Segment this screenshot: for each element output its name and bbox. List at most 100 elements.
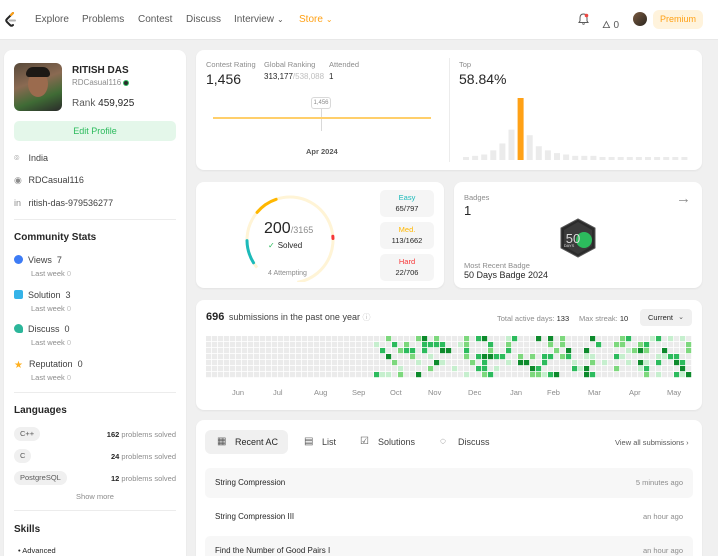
heatmap-cell (602, 336, 608, 342)
heatmap-cell (236, 372, 242, 378)
leetcode-logo[interactable] (4, 12, 18, 28)
stat-reputation: ★ Reputation 0 (14, 359, 83, 371)
heatmap-cell (650, 354, 656, 360)
heatmap-cell (608, 360, 614, 366)
heatmap-cell (434, 342, 440, 348)
heatmap-cell (404, 336, 410, 342)
linkedin-row[interactable]: in ritish-das-979536277 (14, 198, 113, 208)
heatmap-cell (218, 342, 224, 348)
medium-value: 113/1662 (391, 236, 423, 245)
info-icon[interactable]: ⓘ (362, 313, 370, 322)
profile-name: RITISH DAS (72, 65, 129, 76)
heatmap-cell (272, 336, 278, 342)
submission-row[interactable]: Find the Number of Good Pairs I an hour … (205, 536, 693, 556)
lang-count-label: problems solved (121, 452, 176, 461)
heatmap-cell (338, 360, 344, 366)
heatmap-cell (416, 342, 422, 348)
tab-solutions[interactable]: ☑ Solutions (348, 430, 425, 454)
nav-explore[interactable]: Explore (35, 14, 69, 25)
solved-label: ✓ Solved (268, 241, 302, 250)
tab-label: Recent AC (235, 437, 279, 447)
skill-advanced[interactable]: • Advanced (18, 546, 56, 555)
heatmap-cell (386, 336, 392, 342)
heatmap-cell (578, 336, 584, 342)
heatmap-cell (542, 348, 548, 354)
github-row[interactable]: ◉ RDCasual116 (14, 175, 84, 186)
heatmap-cell (416, 354, 422, 360)
histogram-bar (672, 157, 679, 160)
heatmap-cell (230, 354, 236, 360)
heatmap-cell (302, 366, 308, 372)
heatmap-cell (686, 372, 692, 378)
heatmap-cell (680, 336, 686, 342)
submission-row[interactable]: String Compression III an hour ago (205, 502, 693, 532)
recent-activity-card: ▦ Recent AC ▤ List ☑ Solutions ◌ Discuss Vie… (196, 420, 702, 556)
heatmap-cell (206, 342, 212, 348)
heatmap-cell (458, 366, 464, 372)
heatmap-cell (440, 372, 446, 378)
heatmap-cell (404, 372, 410, 378)
heatmap-cell (320, 348, 326, 354)
submission-row[interactable]: String Compression 5 minutes ago (205, 468, 693, 498)
tab-recent-ac[interactable]: ▦ Recent AC (205, 430, 289, 454)
nav-problems[interactable]: Problems (82, 14, 124, 25)
bell-icon[interactable] (578, 13, 589, 25)
heatmap-cell (362, 348, 368, 354)
tab-list[interactable]: ▤ List (292, 430, 346, 454)
nav-avatar[interactable] (633, 12, 647, 26)
stat-label: Views (28, 255, 52, 265)
heatmap-cell (242, 354, 248, 360)
heatmap-cell (512, 372, 518, 378)
heatmap-cell (344, 348, 350, 354)
heatmap-cell (584, 354, 590, 360)
heatmap-cell (608, 348, 614, 354)
histogram-bar (544, 150, 551, 160)
heatmap-cell (410, 372, 416, 378)
heatmap-cell (584, 348, 590, 354)
lang-tag-cpp[interactable]: C++ (14, 427, 41, 441)
lang-tag-c[interactable]: C (14, 449, 32, 463)
heatmap-cell (308, 360, 314, 366)
heatmap-cell (380, 366, 386, 372)
heatmap-cell (596, 360, 602, 366)
view-all-submissions-link[interactable]: View all submissions › (615, 438, 689, 447)
heatmap-cell (272, 372, 278, 378)
tab-discuss[interactable]: ◌ Discuss (428, 430, 500, 454)
heatmap-cell (320, 336, 326, 342)
heatmap-cell (596, 372, 602, 378)
histogram-bar (554, 153, 560, 160)
edit-profile-button[interactable]: Edit Profile (14, 121, 176, 141)
heatmap-cell (428, 354, 434, 360)
nav-contest[interactable]: Contest (138, 14, 172, 25)
nav-discuss[interactable]: Discuss (186, 14, 221, 25)
heatmap-cell (344, 360, 350, 366)
rank-value: 459,925 (98, 98, 135, 109)
heatmap-cell (488, 366, 494, 372)
submissions-title: 696 submissions in the past one year ⓘ (206, 311, 370, 323)
lang-tag-postgresql[interactable]: PostgreSQL (14, 471, 67, 485)
heatmap-cell (452, 360, 458, 366)
heatmap-cell (530, 336, 536, 342)
heatmap-cell (302, 336, 308, 342)
heatmap-cell (524, 360, 530, 366)
histogram-svg (463, 98, 688, 160)
heatmap-cell (650, 366, 656, 372)
linkedin-icon: in (14, 198, 22, 208)
stat-reputation-lastweek: Last week 0 (31, 373, 71, 382)
year-select[interactable]: Current ⌄ (640, 309, 692, 326)
50-days-badge-icon[interactable]: 50 DAYS (558, 218, 598, 258)
heatmap-cell (368, 354, 374, 360)
premium-button[interactable]: Premium (653, 10, 703, 29)
streak-button[interactable]: 🜂 0 (602, 13, 619, 34)
heatmap-cell (524, 342, 530, 348)
heatmap-cell (446, 342, 452, 348)
nav-store[interactable]: Store ⌄ (299, 14, 333, 25)
arrow-right-icon[interactable]: → (676, 190, 691, 207)
show-more-languages[interactable]: Show more (4, 492, 186, 501)
heatmap-cell (368, 342, 374, 348)
heatmap-cell (440, 360, 446, 366)
submissions-title-text: submissions in the past one year (228, 312, 360, 322)
heatmap-cell (638, 372, 644, 378)
heatmap-cell (452, 354, 458, 360)
nav-interview[interactable]: Interview ⌄ (234, 14, 284, 25)
